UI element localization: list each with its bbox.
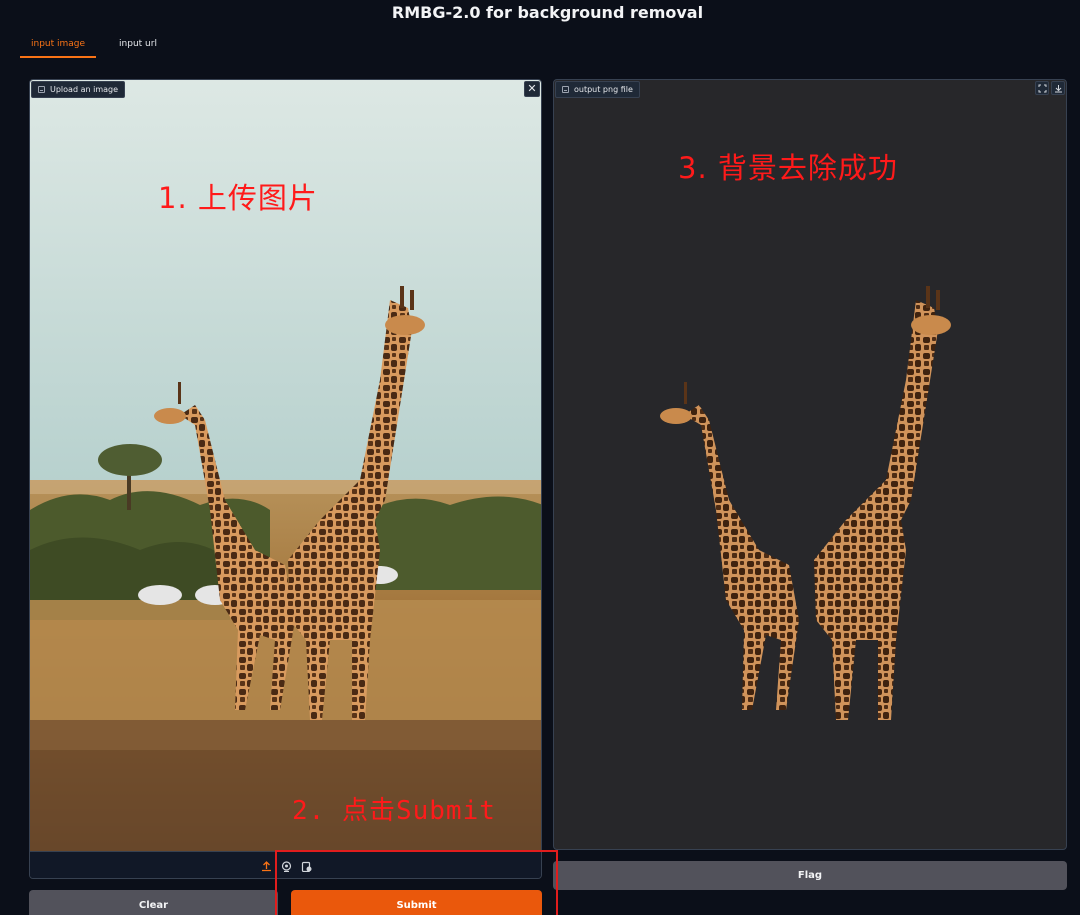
annotation-step2: 2. 点击Submit	[292, 796, 496, 826]
download-icon[interactable]	[1051, 81, 1065, 95]
app-root: RMBG-2.0 for background removal input im…	[0, 0, 1080, 915]
clipboard-icon[interactable]	[300, 859, 314, 873]
input-image-label-text: Upload an image	[50, 85, 119, 94]
submit-button[interactable]: Submit	[291, 890, 542, 915]
webcam-icon[interactable]	[280, 859, 294, 873]
clear-button[interactable]: Clear	[29, 890, 278, 915]
output-image	[554, 80, 1066, 849]
annotation-step1: 1. 上传图片	[158, 181, 318, 215]
output-image-label: output png file	[555, 81, 640, 98]
upload-icon[interactable]	[260, 859, 274, 873]
annotation-step3: 3. 背景去除成功	[678, 151, 898, 185]
input-tabs: input image input url	[20, 36, 168, 58]
close-icon[interactable]: ✕	[524, 81, 540, 97]
input-image-label: Upload an image	[31, 81, 126, 98]
output-image-panel: output png file	[553, 79, 1067, 850]
fullscreen-icon[interactable]	[1035, 81, 1049, 95]
output-image-label-text: output png file	[574, 85, 633, 94]
input-source-toolbar	[30, 851, 541, 878]
image-icon	[38, 86, 45, 93]
tab-input-url[interactable]: input url	[108, 36, 168, 58]
flag-button[interactable]: Flag	[553, 861, 1067, 890]
tab-input-image[interactable]: input image	[20, 36, 97, 58]
output-tools	[1035, 81, 1065, 95]
page-title: RMBG-2.0 for background removal	[391, 3, 704, 22]
image-icon	[562, 86, 569, 93]
